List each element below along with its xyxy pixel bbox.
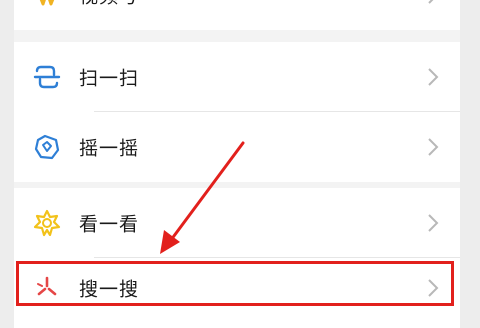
chevron-right-icon — [426, 136, 440, 158]
menu-item-top-stories[interactable]: 看一看 — [14, 188, 460, 258]
menu-item-label: 看一看 — [79, 213, 140, 236]
menu-item-search[interactable]: 搜一搜 — [14, 258, 460, 328]
menu-item-channels[interactable]: 视频号 — [14, 0, 460, 30]
discover-menu: 视频号 扫一扫 摇一摇 — [0, 0, 480, 328]
top-stories-icon — [32, 208, 62, 238]
shake-icon — [32, 132, 62, 162]
video-channel-icon — [32, 0, 62, 10]
menu-item-scan[interactable]: 扫一扫 — [14, 42, 460, 112]
chevron-right-icon — [426, 212, 440, 234]
search-icon — [32, 273, 62, 303]
chevron-right-icon — [426, 277, 440, 299]
menu-item-label: 视频号 — [79, 0, 139, 9]
scan-icon — [32, 62, 62, 92]
chevron-right-icon — [426, 0, 440, 6]
menu-item-label: 扫一扫 — [79, 67, 140, 90]
menu-item-shake[interactable]: 摇一摇 — [14, 112, 460, 182]
menu-item-label: 摇一摇 — [79, 137, 140, 160]
menu-item-label: 搜一搜 — [79, 278, 140, 301]
chevron-right-icon — [426, 66, 440, 88]
